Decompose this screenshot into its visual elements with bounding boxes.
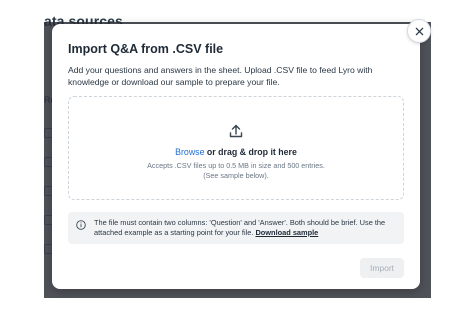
browse-link[interactable]: Browse [175, 147, 204, 157]
close-button[interactable] [407, 19, 431, 43]
info-box: The file must contain two columns: 'Ques… [68, 212, 404, 244]
download-sample-link[interactable]: Download sample [255, 228, 318, 237]
dropzone-instruction: Browse or drag & drop it here [69, 147, 403, 157]
info-message: The file must contain two columns: 'Ques… [94, 218, 386, 237]
file-limits-text: Accepts .CSV files up to 0.5 MB in size … [147, 161, 325, 170]
file-dropzone[interactable]: Browse or drag & drop it here Accepts .C… [68, 96, 404, 200]
modal-description: Add your questions and answers in the sh… [68, 65, 373, 87]
import-csv-modal: Import Q&A from .CSV file Add your quest… [52, 24, 420, 289]
sample-hint-text: (See sample below). [203, 171, 269, 180]
close-icon [415, 27, 423, 35]
import-button[interactable]: Import [360, 258, 404, 278]
upload-icon [229, 124, 243, 138]
info-icon [76, 220, 86, 230]
info-text: The file must contain two columns: 'Ques… [94, 218, 398, 238]
dropzone-limits: Accepts .CSV files up to 0.5 MB in size … [69, 161, 403, 181]
modal-title: Import Q&A from .CSV file [68, 42, 224, 56]
drag-drop-text: or drag & drop it here [204, 147, 297, 157]
